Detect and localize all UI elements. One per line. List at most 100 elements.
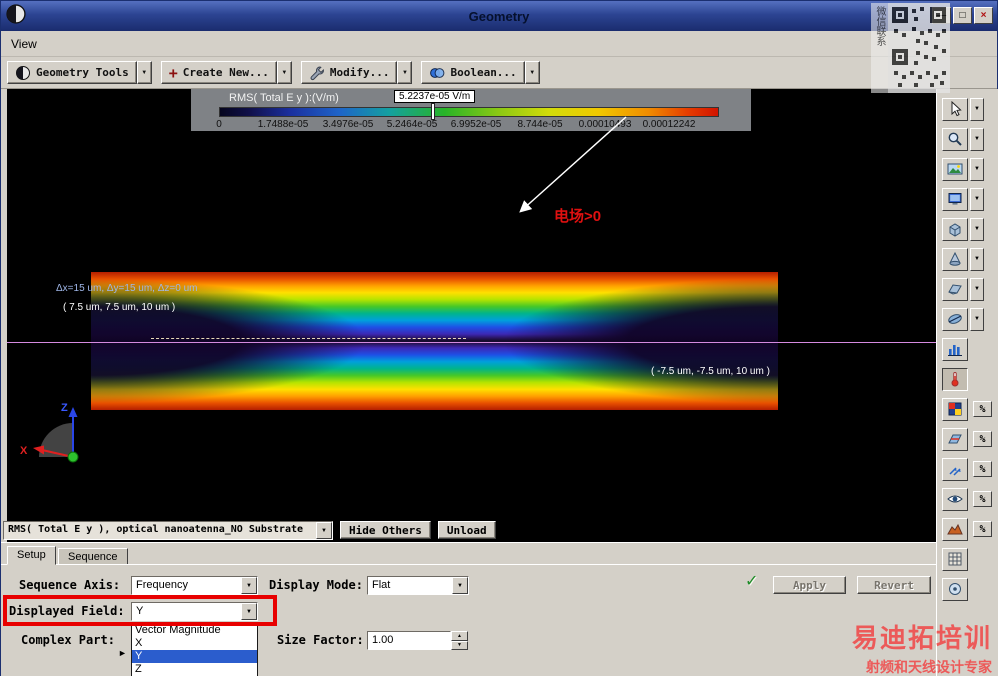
field-display-tool-button[interactable] [942, 367, 968, 391]
field-map-icon [947, 401, 963, 417]
displayed-field-arrow[interactable]: ▼ [241, 603, 257, 620]
pointer-tool-dropdown[interactable]: ▼ [970, 97, 984, 121]
grid-icon [947, 551, 963, 567]
chevron-down-icon: ▼ [974, 286, 980, 292]
unload-button[interactable]: Unload [437, 521, 496, 539]
grid-toggle-button[interactable] [942, 547, 968, 571]
create-new-dropdown[interactable]: ▼ [276, 61, 292, 84]
field-annotation-text: 电场>0 [554, 208, 602, 225]
rotate-view-button[interactable] [942, 277, 968, 301]
shape-tool-dropdown[interactable]: ▼ [970, 247, 984, 271]
field-map-percent-button[interactable]: % [973, 401, 992, 417]
vector-display-button[interactable] [942, 457, 968, 481]
modify-button[interactable]: Modify... [300, 61, 398, 84]
cut-plane-percent-button[interactable]: % [973, 431, 992, 447]
status-check-icon: ✓ [745, 571, 759, 590]
complex-part-label: Complex Part: [21, 633, 115, 647]
hide-others-button[interactable]: Hide Others [340, 521, 431, 539]
tab-sequence[interactable]: Sequence [58, 548, 128, 565]
revert-button[interactable]: Revert [857, 576, 931, 594]
vector-percent-button[interactable]: % [973, 461, 992, 477]
chevron-down-icon: ▼ [401, 69, 408, 76]
cube-icon [947, 221, 963, 237]
boolean-dropdown[interactable]: ▼ [524, 61, 540, 84]
create-new-button[interactable]: + Create New... [160, 61, 277, 84]
field-option-x[interactable]: X [132, 637, 257, 650]
colorbar-marker-value: 5.2237e-05 V/m [394, 90, 476, 103]
spin-down-button[interactable]: ▼ [451, 640, 468, 650]
geometry-tools-icon [15, 65, 31, 81]
vector-arrows-icon [947, 461, 963, 477]
chevron-down-icon: ▼ [974, 106, 980, 112]
chevron-down-icon: ▼ [246, 608, 252, 615]
shape-tool-button[interactable] [942, 247, 968, 271]
spin-up-button[interactable]: ▲ [451, 631, 468, 641]
geometry-tools-button[interactable]: Geometry Tools [7, 61, 137, 84]
field-option-y[interactable]: Y [132, 650, 257, 663]
clip-plane-button[interactable] [942, 307, 968, 331]
chevron-down-icon: ▼ [281, 69, 288, 76]
view-3d-button[interactable] [942, 217, 968, 241]
apply-button[interactable]: Apply [773, 576, 846, 594]
surface-plot-button[interactable] [942, 517, 968, 541]
result-selector-arrow[interactable]: ▼ [316, 522, 332, 539]
probe-tool-button[interactable] [942, 577, 968, 601]
result-selector[interactable]: RMS( Total E y ), optical nanoatenna_NO … [3, 521, 333, 540]
monitor-icon [947, 191, 963, 207]
rotate-view-dropdown[interactable]: ▼ [970, 277, 984, 301]
displayed-field-label: Displayed Field: [9, 604, 125, 618]
list-marker-icon: ► [118, 648, 127, 658]
wrench-icon [309, 65, 325, 81]
field-option-vector-magnitude[interactable]: Vector Magnitude [132, 624, 257, 637]
surface-percent-button[interactable]: % [973, 521, 992, 537]
field-option-z[interactable]: Z [132, 663, 257, 676]
title-bar[interactable]: Geometry — □ × [1, 1, 997, 31]
sequence-axis-select[interactable]: Frequency ▼ [131, 576, 258, 595]
pointer-tool-button[interactable] [942, 97, 968, 121]
menu-bar: View [1, 31, 997, 57]
zoom-tool-dropdown[interactable]: ▼ [970, 127, 984, 151]
colorbar-tick: 8.744e-05 [517, 119, 563, 130]
size-factor-value[interactable]: 1.00 [367, 631, 451, 650]
field-map-button[interactable] [942, 397, 968, 421]
chevron-down-icon: ▼ [141, 69, 148, 76]
qr-code-image [888, 3, 950, 93]
app-window: Geometry — □ × View Geometry Tools ▼ + C… [0, 0, 998, 676]
zoom-tool-button[interactable] [942, 127, 968, 151]
tab-setup[interactable]: Setup [7, 546, 56, 565]
chart-tool-button[interactable] [942, 337, 968, 361]
visibility-percent-button[interactable]: % [973, 491, 992, 507]
chevron-down-icon: ▼ [974, 136, 980, 142]
colorbar-tick: 0.00012242 [642, 119, 696, 130]
modify-dropdown[interactable]: ▼ [397, 61, 413, 84]
view-window-button[interactable] [942, 187, 968, 211]
chevron-down-icon: ▼ [457, 582, 463, 589]
axis-triad: Z X [20, 402, 79, 463]
boolean-button[interactable]: Boolean... [421, 61, 525, 84]
display-mode-arrow[interactable]: ▼ [452, 577, 468, 594]
brand-watermark: 易迪拓培训 射频和天线设计专家 [852, 618, 992, 676]
colorbar-marker[interactable] [431, 103, 435, 120]
magnifier-icon [947, 131, 963, 147]
display-mode-select[interactable]: Flat ▼ [367, 576, 469, 595]
view-3d-dropdown[interactable]: ▼ [970, 217, 984, 241]
cut-plane-icon [947, 431, 963, 447]
view-window-dropdown[interactable]: ▼ [970, 187, 984, 211]
chevron-down-icon: ▼ [974, 226, 980, 232]
menu-view[interactable]: View [1, 34, 47, 54]
cut-plane-map-button[interactable] [942, 427, 968, 451]
rotated-box-icon [947, 281, 963, 297]
snapshot-tool-dropdown[interactable]: ▼ [970, 157, 984, 181]
clip-plane-dropdown[interactable]: ▼ [970, 307, 984, 331]
size-factor-spinner[interactable]: 1.00 ▲ ▼ [367, 631, 468, 650]
geometry-tools-dropdown[interactable]: ▼ [136, 61, 152, 84]
toolbar: Geometry Tools ▼ + Create New... ▼ Modif… [1, 57, 997, 89]
displayed-field-dropdown-list: Vector Magnitude X Y Z Vector Normal [131, 623, 258, 676]
sequence-axis-arrow[interactable]: ▼ [241, 577, 257, 594]
displayed-field-select[interactable]: Y ▼ [131, 602, 258, 621]
viewport-3d[interactable]: RMS( Total E y ):(V/m) 5.2237e-05 V/m 0 … [7, 89, 936, 542]
visibility-button[interactable] [942, 487, 968, 511]
result-bar: RMS( Total E y ), optical nanoatenna_NO … [3, 521, 496, 541]
brand-name: 易迪拓培训 [851, 623, 992, 653]
snapshot-tool-button[interactable] [942, 157, 968, 181]
